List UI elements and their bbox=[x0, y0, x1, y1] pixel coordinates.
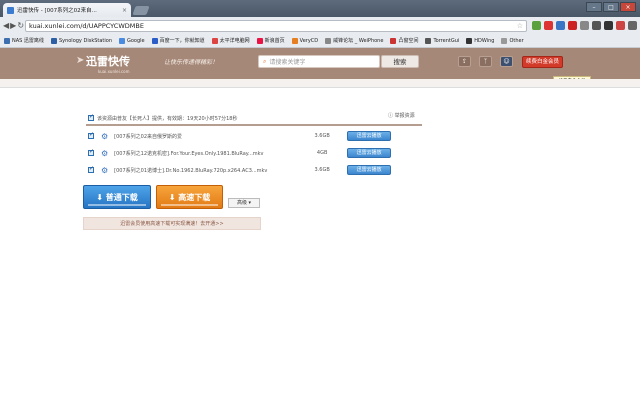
select-all-checkbox[interactable] bbox=[88, 113, 94, 121]
slash-extension-icon[interactable] bbox=[592, 21, 602, 30]
cloud-play-button[interactable]: 迅雷云播放 bbox=[347, 165, 392, 175]
flag-extension-icon[interactable] bbox=[616, 21, 626, 30]
search-input[interactable]: ⌕ 请搜索关键字 bbox=[258, 55, 380, 68]
progress-bar bbox=[88, 204, 146, 206]
bookmark-item[interactable]: 凸窗空间 bbox=[390, 37, 418, 44]
bookmark-icon bbox=[50, 37, 57, 44]
site-slogan: 让快乐传递得精彩！ bbox=[164, 59, 219, 66]
blue-extension-icon[interactable] bbox=[556, 21, 566, 30]
file-row: ⚙ [007系列之12诺克机密].For.Your.Eyes.Only.1981… bbox=[88, 145, 418, 161]
search-icon: ⌕ bbox=[263, 57, 267, 65]
bookmark-item[interactable]: 威锋论坛 _ WeiPhone bbox=[325, 37, 383, 44]
bookmark-icon bbox=[291, 37, 298, 44]
file-checkbox[interactable] bbox=[88, 131, 94, 139]
file-checkbox[interactable] bbox=[88, 165, 94, 173]
file-type-icon: ⚙ bbox=[101, 148, 109, 158]
bookmark-icon bbox=[151, 37, 158, 44]
forward-icon[interactable]: ▶ bbox=[10, 20, 16, 31]
cloud-play-button[interactable]: 迅雷云播放 bbox=[347, 131, 392, 141]
file-name[interactable]: [007系列之12诺克机密].For.Your.Eyes.Only.1981.B… bbox=[114, 150, 302, 157]
notice-text: 该资源由普友【长死人】提供，有效期：19天20小时57分18秒 bbox=[97, 115, 238, 122]
bookmark-item[interactable]: NAS 迅雷离线 bbox=[4, 37, 44, 44]
sub-header-strip bbox=[0, 79, 640, 88]
browser-tab-strip: 迅雷快传 - [007系列之02来自... × – □ × bbox=[0, 0, 640, 17]
bookmark-item[interactable]: 百度一下，你就知道 bbox=[151, 37, 205, 44]
bookmark-icon bbox=[256, 37, 263, 44]
wrench-menu-icon[interactable] bbox=[628, 21, 638, 30]
new-tab-button[interactable] bbox=[132, 6, 150, 15]
url-text: kuai.xunlei.com/d/UAPPCYCWDMBE bbox=[29, 21, 144, 30]
download-mode-dropdown[interactable]: 高级 ▾ bbox=[228, 198, 260, 208]
resource-notice: 该资源由普友【长死人】提供，有效期：19天20小时57分18秒 bbox=[88, 112, 418, 124]
normal-download-button[interactable]: ⬇ 普通下载 bbox=[83, 185, 151, 209]
close-window-button[interactable]: × bbox=[620, 2, 636, 12]
progress-bar bbox=[161, 204, 218, 206]
reload-icon[interactable]: ↻ bbox=[17, 20, 24, 31]
bookmark-icon bbox=[425, 37, 432, 44]
bookmark-item[interactable]: Google bbox=[118, 37, 145, 44]
file-size: 3.6GB bbox=[314, 133, 330, 139]
folder-icon bbox=[501, 37, 508, 44]
bookmark-icon bbox=[325, 37, 332, 44]
fast-download-button[interactable]: ⬇ 高速下载 bbox=[156, 185, 223, 209]
avatar[interactable]: ☺ bbox=[500, 56, 513, 67]
site-logo[interactable]: ➤ 迅雷快传 kuai.xunlei.com bbox=[76, 53, 130, 74]
window-controls: – □ × bbox=[586, 2, 636, 12]
address-bar[interactable]: kuai.xunlei.com/d/UAPPCYCWDMBE ☆ bbox=[25, 19, 528, 32]
file-size: 4GB bbox=[316, 150, 328, 156]
bookmark-item[interactable]: HDWing bbox=[466, 37, 494, 44]
tab-title: 迅雷快传 - [007系列之02来自... bbox=[17, 8, 97, 14]
file-name[interactable]: [007系列之01诺博士].Dr.No.1962.BluRay.720p.x26… bbox=[114, 167, 302, 174]
report-link[interactable]: ⓘ 举报资源 bbox=[388, 112, 415, 119]
back-icon[interactable]: ◀ bbox=[3, 20, 9, 31]
file-name[interactable]: [007系列之02来自俄罗斯的爱 bbox=[114, 133, 302, 140]
counter-extension-icon[interactable] bbox=[568, 21, 578, 30]
maximize-button[interactable]: □ bbox=[603, 2, 619, 12]
extension-icons bbox=[532, 21, 638, 30]
bookmark-item[interactable]: 新浪首页 bbox=[256, 37, 285, 44]
bookmark-icon bbox=[118, 37, 125, 44]
bookmark-icon bbox=[4, 37, 10, 44]
download-extension-icon[interactable] bbox=[532, 21, 542, 30]
gray-extension-icon[interactable] bbox=[580, 21, 590, 30]
browser-toolbar: ◀ ▶ ↻ kuai.xunlei.com/d/UAPPCYCWDMBE ☆ bbox=[0, 17, 640, 34]
bookmarks-bar: NAS 迅雷离线 Synology DiskStation Google 百度一… bbox=[0, 34, 640, 48]
browser-tab[interactable]: 迅雷快传 - [007系列之02来自... × bbox=[3, 3, 131, 17]
bookmark-item[interactable]: TorrentGui bbox=[425, 37, 459, 44]
bookmark-star-icon[interactable]: ☆ bbox=[517, 22, 523, 30]
bookmark-icon bbox=[211, 37, 218, 44]
download-arrow-icon: ⬇ bbox=[168, 192, 179, 202]
vip-renew-button[interactable]: 续费白金会员 bbox=[522, 56, 563, 68]
dark-extension-icon[interactable] bbox=[604, 21, 614, 30]
vip-promo-link[interactable]: 迅雷会员使用高速下载可实现满速！去开通>> bbox=[83, 217, 261, 230]
search-button[interactable]: 搜索 bbox=[381, 55, 419, 68]
red-extension-icon[interactable] bbox=[544, 21, 554, 30]
upload-icon[interactable]: ⇪ bbox=[458, 56, 471, 67]
tools-icon[interactable]: ᛉ bbox=[479, 56, 492, 67]
download-arrow-icon: ⬇ bbox=[96, 192, 106, 202]
minimize-button[interactable]: – bbox=[586, 2, 602, 12]
divider bbox=[86, 124, 422, 126]
search-placeholder: 请搜索关键字 bbox=[269, 59, 306, 66]
bookmark-item[interactable]: VeryCD bbox=[291, 37, 318, 44]
file-size: 3.6GB bbox=[314, 167, 330, 173]
bookmark-icon bbox=[466, 37, 473, 44]
tab-close-icon[interactable]: × bbox=[122, 7, 127, 14]
file-row: ⚙ [007系列之02来自俄罗斯的爱 3.6GB 迅雷云播放 bbox=[88, 128, 418, 144]
cloud-play-button[interactable]: 迅雷云播放 bbox=[347, 148, 392, 158]
logo-bird-icon: ➤ bbox=[76, 55, 85, 66]
bookmark-item[interactable]: 太平洋电脑网 bbox=[211, 37, 250, 44]
file-type-icon: ⚙ bbox=[101, 131, 109, 141]
bookmark-icon bbox=[390, 37, 397, 44]
file-row: ⚙ [007系列之01诺博士].Dr.No.1962.BluRay.720p.x… bbox=[88, 162, 418, 178]
other-bookmarks[interactable]: Other bbox=[501, 37, 524, 44]
favicon-icon bbox=[7, 6, 14, 14]
file-type-icon: ⚙ bbox=[101, 165, 109, 175]
bookmark-item[interactable]: Synology DiskStation bbox=[50, 37, 112, 44]
file-checkbox[interactable] bbox=[88, 148, 94, 156]
